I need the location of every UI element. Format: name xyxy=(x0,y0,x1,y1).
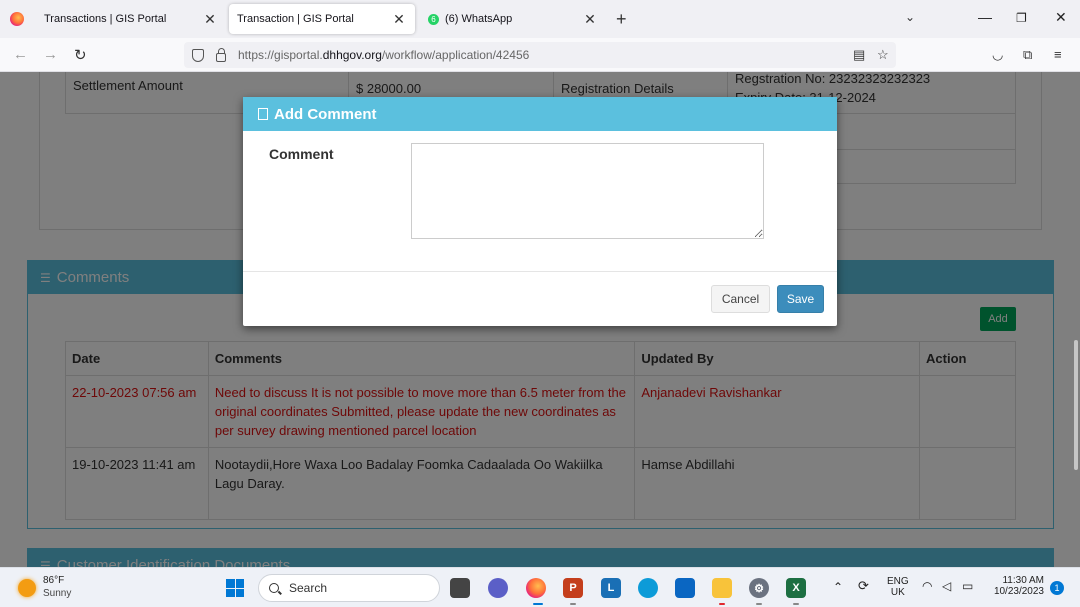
wifi-icon[interactable]: ◠ xyxy=(922,579,932,593)
excel-icon[interactable]: X xyxy=(786,578,806,598)
sync-icon[interactable]: ⟳ xyxy=(858,578,869,594)
lock-icon[interactable] xyxy=(216,47,226,62)
back-arrow-icon[interactable]: ← xyxy=(13,46,28,63)
cancel-button[interactable]: Cancel xyxy=(711,285,770,313)
save-button[interactable]: Save xyxy=(777,285,824,313)
pocket-icon[interactable]: ◡ xyxy=(992,47,1003,63)
powerpoint-icon[interactable]: P xyxy=(563,578,583,598)
tab-transaction-active[interactable]: Transaction | GIS Portal ✕ xyxy=(229,4,415,34)
forward-arrow-icon[interactable]: → xyxy=(43,46,58,63)
browser-nav-bar: ← → ↻ https://gisportal.dhhgov.org/workf… xyxy=(0,38,1080,72)
clock[interactable]: 11:30 AM 10/23/2023 xyxy=(990,575,1044,597)
address-bar[interactable]: https://gisportal.dhhgov.org/workflow/ap… xyxy=(184,42,896,68)
clock-time: 11:30 AM xyxy=(1002,575,1044,586)
task-view-icon[interactable] xyxy=(450,578,470,598)
extensions-icon[interactable]: ⧉ xyxy=(1023,47,1032,63)
comment-textarea[interactable] xyxy=(411,143,764,239)
browser-tab-bar: Transactions | GIS Portal ✕ Transaction … xyxy=(0,0,1080,38)
clock-date: 10/23/2023 xyxy=(993,586,1044,597)
reader-view-icon[interactable]: ▤ xyxy=(853,47,865,63)
minimize-icon[interactable]: — xyxy=(978,9,992,25)
modal-footer: Cancel Save xyxy=(243,272,837,326)
maximize-icon[interactable]: ❐ xyxy=(1016,11,1027,25)
weather-temperature[interactable]: 86°F xyxy=(43,575,64,586)
weather-condition[interactable]: Sunny xyxy=(43,588,71,599)
url-text: https://gisportal.dhhgov.org/workflow/ap… xyxy=(238,48,530,62)
whatsapp-icon: 6 xyxy=(428,13,439,25)
file-explorer-icon[interactable] xyxy=(712,578,732,598)
modal-header: Add Comment xyxy=(243,97,837,131)
app-icon[interactable] xyxy=(675,578,695,598)
settings-gear-icon[interactable]: ⚙ xyxy=(749,578,769,598)
modal-body: Comment xyxy=(243,131,837,272)
menu-hamburger-icon[interactable]: ≡ xyxy=(1054,47,1062,62)
firefox-taskbar-icon[interactable] xyxy=(526,578,546,598)
document-icon xyxy=(258,108,268,120)
search-placeholder: Search xyxy=(289,581,328,595)
tab-transactions[interactable]: Transactions | GIS Portal ✕ xyxy=(36,4,226,34)
edge-icon[interactable] xyxy=(638,578,658,598)
tab-title: (6) WhatsApp xyxy=(445,13,513,25)
bookmark-star-icon[interactable]: ☆ xyxy=(877,47,889,63)
l-app-icon[interactable]: L xyxy=(601,578,621,598)
taskbar-search[interactable]: Search xyxy=(258,574,440,602)
reload-icon[interactable]: ↻ xyxy=(74,46,87,64)
language-indicator[interactable]: ENG UK xyxy=(887,576,909,598)
add-comment-modal: Add Comment Comment Cancel Save xyxy=(243,97,837,326)
shield-icon[interactable] xyxy=(192,48,204,62)
volume-icon[interactable]: ◁ xyxy=(942,579,951,593)
firefox-icon[interactable] xyxy=(10,12,24,26)
windows-taskbar: 86°F Sunny Search P L ⚙ X ⌃ ⟳ ENG UK ◠ ◁… xyxy=(0,567,1080,607)
tab-title: Transactions | GIS Portal xyxy=(44,13,167,25)
windows-start-icon[interactable] xyxy=(226,579,244,597)
notification-badge[interactable]: 1 xyxy=(1050,581,1064,595)
close-icon[interactable]: ✕ xyxy=(202,11,218,28)
window-close-icon[interactable]: ✕ xyxy=(1055,9,1067,26)
sun-weather-icon[interactable] xyxy=(18,579,36,597)
close-icon[interactable]: ✕ xyxy=(582,11,598,28)
comment-label: Comment xyxy=(269,146,334,162)
tab-title: Transaction | GIS Portal xyxy=(237,13,354,25)
new-tab-plus-icon[interactable]: + xyxy=(616,9,627,30)
battery-icon[interactable]: ▭ xyxy=(962,579,973,593)
chevron-down-icon[interactable]: ⌄ xyxy=(905,10,915,24)
page-scrollbar[interactable] xyxy=(1074,340,1078,470)
tab-whatsapp[interactable]: 6 (6) WhatsApp ✕ xyxy=(420,4,606,34)
modal-title: Add Comment xyxy=(274,105,377,123)
teams-chat-icon[interactable] xyxy=(488,578,508,598)
close-icon[interactable]: ✕ xyxy=(391,11,407,28)
chevron-up-icon[interactable]: ⌃ xyxy=(833,580,843,594)
search-icon xyxy=(269,583,279,593)
